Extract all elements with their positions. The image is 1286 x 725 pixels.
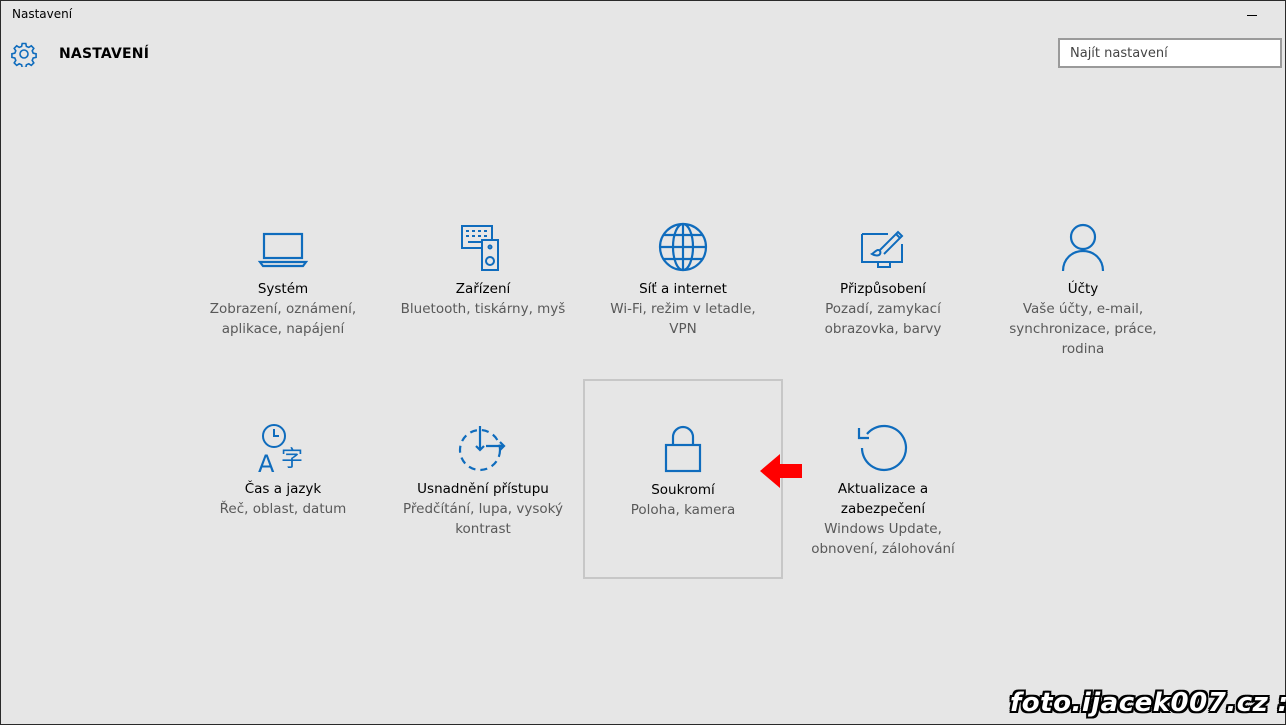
- tile-label: Systém: [257, 281, 309, 297]
- tile-desc-line: kontrast: [455, 521, 511, 537]
- tile-system[interactable]: Systém Zobrazení, oznámení, aplikace, na…: [185, 180, 381, 376]
- tile-desc-line: Zobrazení, oznámení,: [209, 301, 357, 317]
- tile-label: Aktualizace a: [837, 481, 929, 497]
- tile-privacy[interactable]: Soukromí Poloha, kamera: [583, 379, 783, 579]
- minimize-button[interactable]: [1237, 1, 1267, 29]
- tile-desc-line: VPN: [669, 321, 697, 337]
- time-language-icon: A 字: [258, 424, 303, 474]
- gear-icon: [11, 42, 37, 67]
- tile-network[interactable]: Síť a internet Wi-Fi, režim v letadle, V…: [585, 180, 781, 376]
- page-title: NASTAVENÍ: [59, 46, 150, 62]
- tile-label: Přizpůsobení: [840, 281, 926, 297]
- tile-label: zabezpečení: [840, 501, 926, 517]
- tile-desc-line: Poloha, kamera: [630, 502, 736, 518]
- tile-update-security[interactable]: Aktualizace a zabezpečení Windows Update…: [785, 380, 981, 576]
- tile-desc-line: Řeč, oblast, datum: [219, 501, 347, 517]
- devices-icon: [461, 225, 499, 271]
- tile-desc-line: Předčítání, lupa, vysoký: [403, 501, 563, 517]
- svg-text:字: 字: [281, 447, 303, 472]
- tile-label: Soukromí: [651, 482, 715, 498]
- tile-personalization[interactable]: Přizpůsobení Pozadí, zamykací obrazovka,…: [785, 180, 981, 376]
- svg-text:A: A: [258, 450, 275, 474]
- title-bar: Nastavení: [1, 1, 1285, 29]
- tile-desc-line: Pozadí, zamykací: [825, 301, 941, 317]
- globe-icon: [658, 222, 708, 272]
- tile-desc-line: obnovení, zálohování: [811, 541, 955, 557]
- window-title: Nastavení: [12, 7, 73, 21]
- tile-desc-line: Bluetooth, tiskárny, myš: [400, 301, 566, 317]
- search-box[interactable]: [1058, 38, 1282, 68]
- tile-ease-of-access[interactable]: Usnadnění přístupu Předčítání, lupa, vys…: [385, 380, 581, 576]
- update-icon: [857, 424, 908, 472]
- tile-label: Čas a jazyk: [244, 481, 322, 497]
- tile-label: Síť a internet: [639, 281, 727, 297]
- tile-desc-line: Windows Update,: [824, 521, 942, 537]
- lock-icon: [664, 425, 702, 473]
- tile-desc-line: aplikace, napájení: [221, 321, 345, 337]
- watermark: foto.ijacek007.cz :-): [1010, 688, 1286, 718]
- red-arrow-icon: [760, 454, 802, 488]
- tile-time-language[interactable]: A 字 Čas a jazyk Řeč, oblast, datum: [185, 380, 381, 576]
- tile-label: Účty: [1067, 281, 1099, 297]
- tile-accounts[interactable]: Účty Vaše účty, e-mail, synchronizace, p…: [985, 180, 1181, 376]
- search-input[interactable]: [1060, 40, 1270, 66]
- tile-label: Usnadnění přístupu: [417, 481, 549, 497]
- tile-desc-line: synchronizace, práce,: [1009, 321, 1157, 337]
- personalization-icon: [861, 230, 904, 268]
- ease-of-access-icon: [458, 426, 506, 472]
- tile-label: Zařízení: [455, 281, 511, 297]
- tile-desc-line: obrazovka, barvy: [824, 321, 942, 337]
- tile-desc-line: rodina: [1061, 341, 1105, 357]
- tile-devices[interactable]: Zařízení Bluetooth, tiskárny, myš: [385, 180, 581, 376]
- tile-desc-line: Vaše účty, e-mail,: [1022, 301, 1144, 317]
- person-icon: [1061, 223, 1105, 272]
- laptop-icon: [257, 232, 309, 268]
- tile-desc-line: Wi-Fi, režim v letadle,: [610, 301, 756, 317]
